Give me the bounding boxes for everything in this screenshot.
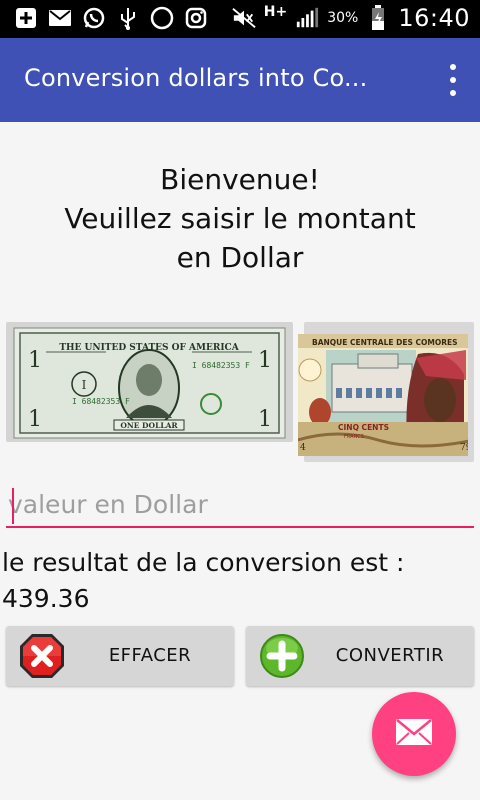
whatsapp-icon [82, 6, 106, 30]
dollar-bill-image: THE UNITED STATES OF AMERICA 1 1 1 1 I I… [6, 322, 293, 442]
clock: 16:40 [398, 4, 470, 32]
mute-icon [232, 6, 256, 30]
plus-box-icon [14, 6, 38, 30]
welcome-line-2: Veuillez saisir le montant [64, 202, 416, 235]
kmf-bill-header: BANQUE CENTRALE DES COMORES [312, 338, 458, 347]
green-plus-icon [258, 632, 306, 680]
usd-corner-bottom-right: 1 [258, 407, 272, 432]
mail-icon [395, 718, 433, 750]
text-cursor [12, 488, 14, 524]
app-bar: Conversion dollars into Co... [0, 38, 480, 122]
svg-text:79: 79 [460, 443, 468, 453]
system-icons: H+ 30% 16:40 [232, 4, 470, 32]
usd-corner-top-left: 1 [28, 348, 42, 373]
moon-icon [150, 6, 174, 30]
usd-corner-top-right: 1 [258, 348, 272, 373]
email-fab[interactable] [372, 692, 456, 776]
svg-text:4: 4 [300, 443, 306, 453]
convert-button[interactable]: CONVERTIR [246, 626, 474, 686]
usd-serial-left: I 68482353 F [72, 397, 130, 406]
welcome-message: Bienvenue! Veuillez saisir le montant en… [0, 160, 480, 277]
battery-icon [366, 5, 390, 30]
svg-text:I: I [82, 378, 87, 392]
result-value: 439.36 [2, 584, 90, 613]
welcome-line-1: Bienvenue! [160, 163, 320, 196]
kmf-denomination: CINQ CENTS [338, 423, 389, 432]
welcome-line-3: en Dollar [176, 241, 304, 274]
instagram-icon [184, 6, 208, 30]
usd-corner-bottom-left: 1 [28, 407, 42, 432]
comoros-bill-image: BANQUE CENTRALE DES COMORES CINQ CENTS F… [298, 322, 474, 462]
clear-button[interactable]: EFFACER [6, 626, 234, 686]
usb-icon [116, 6, 140, 30]
red-x-icon [18, 632, 66, 680]
usd-serial-right: I 68482353 F [192, 361, 250, 370]
battery-percent: 30% [327, 10, 359, 26]
clear-button-label: EFFACER [108, 645, 192, 666]
convert-button-label: CONVERTIR [335, 645, 445, 666]
network-label: H+ [263, 4, 288, 20]
notification-icons [14, 6, 208, 30]
result-label: le resultat de la conversion est : [2, 548, 405, 577]
overflow-menu-icon[interactable] [448, 64, 458, 96]
dollar-amount-input[interactable] [6, 482, 474, 528]
signal-icon [295, 6, 319, 30]
app-title: Conversion dollars into Co... [24, 64, 368, 92]
status-bar: H+ 30% 16:40 [0, 0, 480, 38]
dollar-amount-field[interactable] [6, 482, 474, 530]
mail-icon [48, 6, 72, 30]
usd-denomination: ONE DOLLAR [120, 421, 178, 430]
kmf-currency: FRANCS [344, 434, 364, 440]
